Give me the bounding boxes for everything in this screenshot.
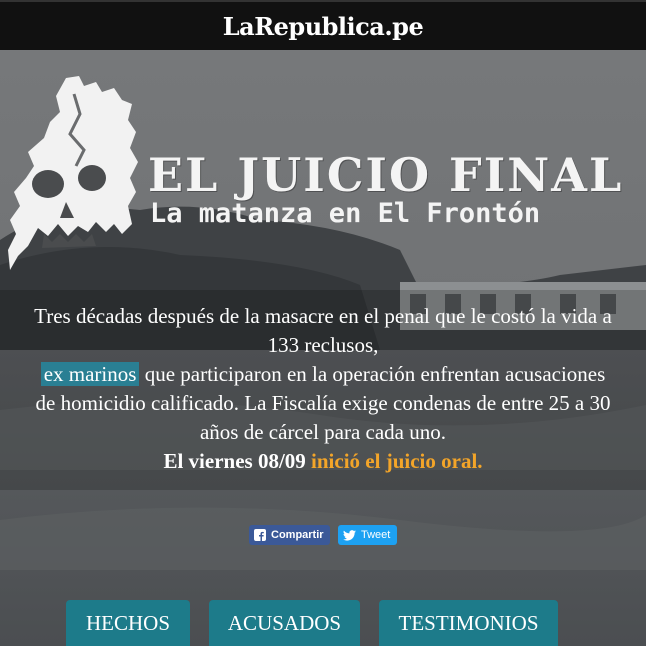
twitter-share-button[interactable]: Tweet: [338, 525, 397, 545]
intro-line: 133 reclusos,: [267, 333, 379, 357]
facebook-icon: [254, 529, 266, 541]
share-buttons: Compartir Tweet: [0, 525, 646, 545]
nav-hechos-button[interactable]: HECHOS: [66, 600, 190, 646]
facebook-share-label: Compartir: [271, 529, 324, 541]
skull-logo-icon: [8, 76, 138, 270]
intro-line: ex marinos que participaron en la operac…: [0, 360, 646, 389]
trial-link[interactable]: inició el juicio oral.: [311, 449, 482, 473]
intro-highlight: ex marinos: [40, 362, 140, 386]
trial-announcement: El viernes 08/09 inició el juicio oral.: [0, 447, 646, 476]
site-logo[interactable]: LaRepublica.pe: [223, 12, 424, 41]
intro-line: años de cárcel para cada uno.: [199, 420, 447, 444]
nav-acusados-button[interactable]: ACUSADOS: [209, 600, 360, 646]
intro-line: de homicidio calificado. La Fiscalía exi…: [35, 391, 611, 415]
page-title: EL JUICIO FINAL: [148, 148, 624, 202]
twitter-share-label: Tweet: [361, 529, 391, 541]
intro-line-rest: que participaron en la operación enfrent…: [139, 362, 606, 386]
facebook-share-button[interactable]: Compartir: [249, 525, 330, 545]
section-nav: HECHOS ACUSADOS TESTIMONIOS: [0, 600, 646, 646]
intro-line: Tres décadas después de la masacre en el…: [34, 304, 612, 328]
hero-section: EL JUICIO FINAL La matanza en El Frontón…: [0, 50, 646, 646]
top-bar: LaRepublica.pe: [0, 0, 646, 50]
trial-date: El viernes 08/09: [163, 449, 312, 473]
page-subtitle: La matanza en El Frontón: [150, 198, 541, 229]
nav-testimonios-button[interactable]: TESTIMONIOS: [379, 600, 558, 646]
twitter-icon: [343, 529, 356, 541]
intro-text: Tres décadas después de la masacre en el…: [0, 302, 646, 476]
